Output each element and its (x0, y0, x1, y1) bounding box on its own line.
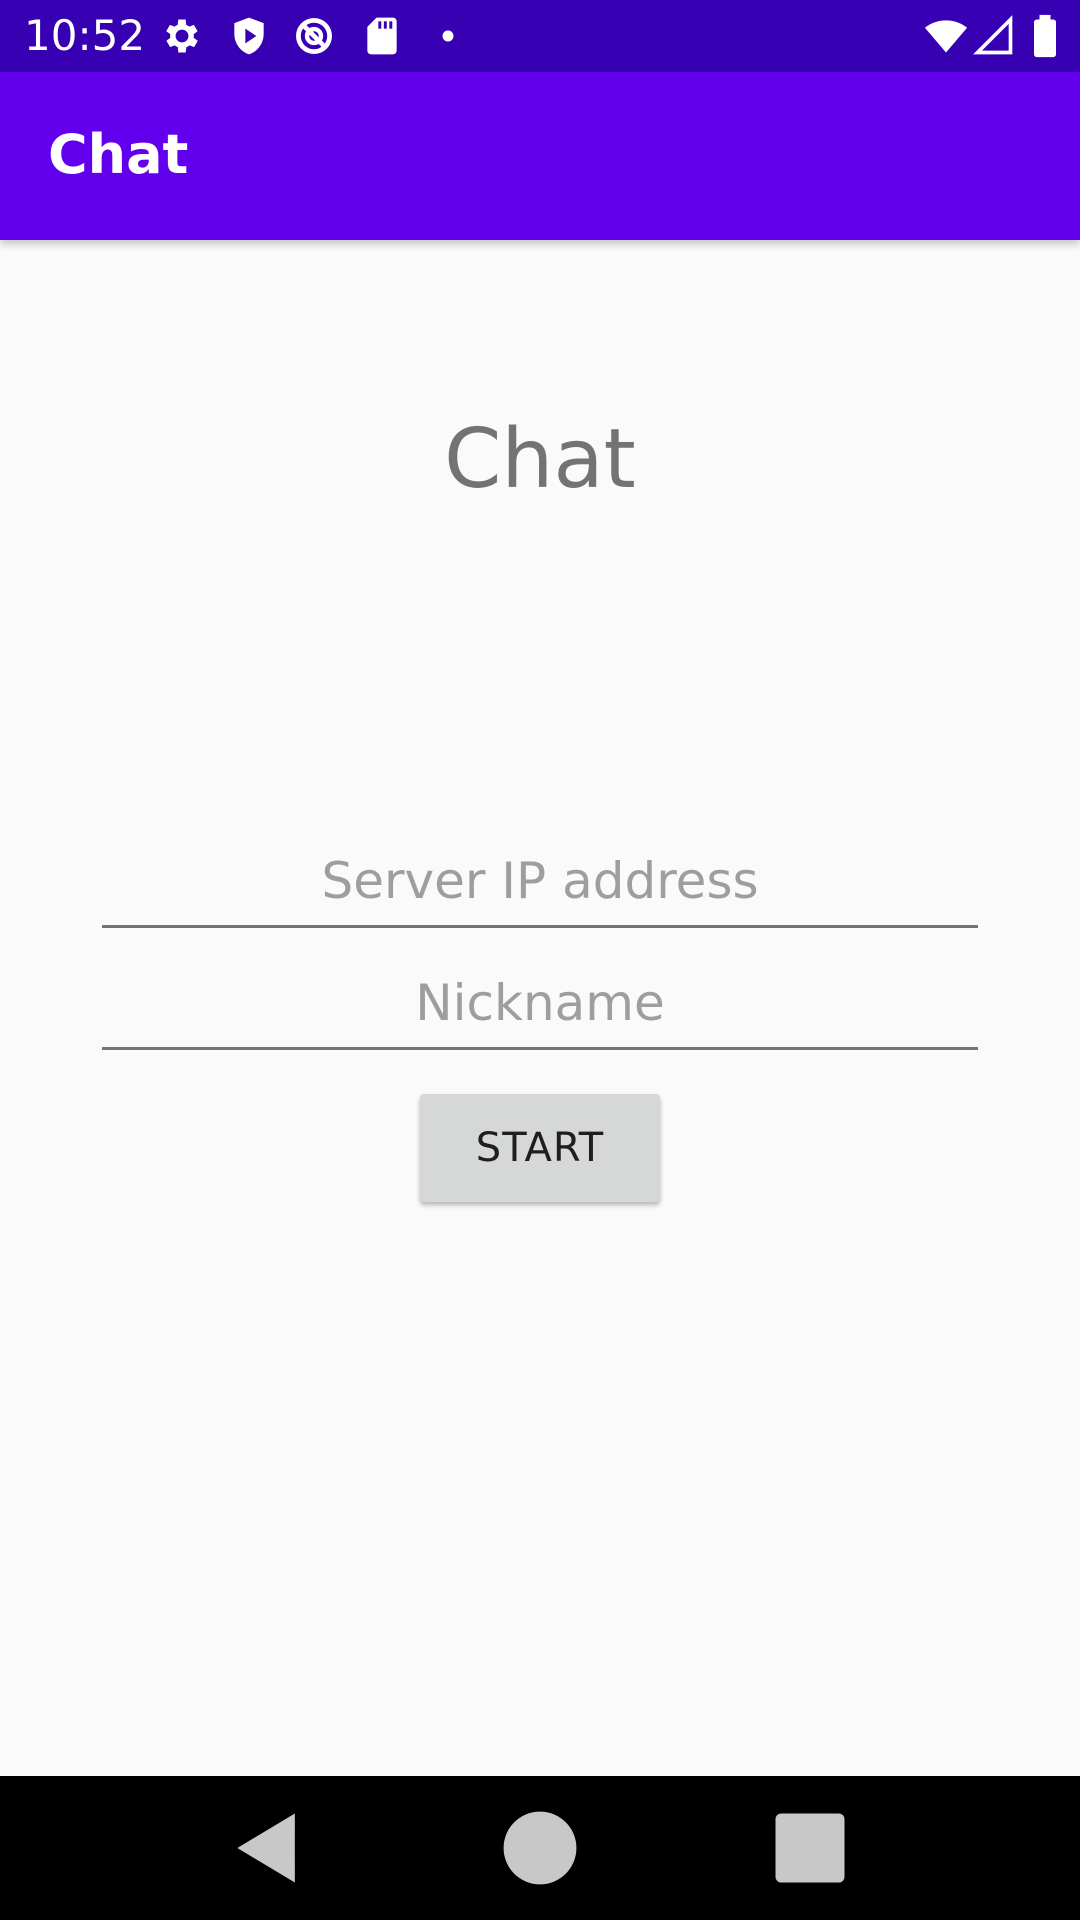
screen: 10:52 Chat Chat START (0, 0, 1080, 1920)
navigation-bar (0, 1776, 1080, 1920)
recents-icon[interactable] (764, 1802, 856, 1894)
dot-icon (426, 14, 470, 58)
data-saver-icon (292, 14, 336, 58)
home-icon[interactable] (494, 1802, 586, 1894)
cell-signal-icon (972, 14, 1016, 58)
wifi-icon (922, 14, 970, 58)
shield-icon (227, 14, 271, 58)
nickname-input[interactable] (102, 958, 978, 1050)
server-ip-input[interactable] (102, 836, 978, 928)
start-button[interactable]: START (420, 1094, 660, 1202)
back-icon[interactable] (222, 1802, 314, 1894)
app-bar: Chat (0, 72, 1080, 240)
app-bar-title: Chat (48, 123, 189, 186)
status-time: 10:52 (24, 11, 146, 60)
sd-card-icon (360, 14, 404, 58)
battery-icon (1030, 14, 1060, 58)
settings-icon (160, 14, 204, 58)
page-heading: Chat (444, 412, 636, 507)
status-bar: 10:52 (0, 0, 1080, 72)
